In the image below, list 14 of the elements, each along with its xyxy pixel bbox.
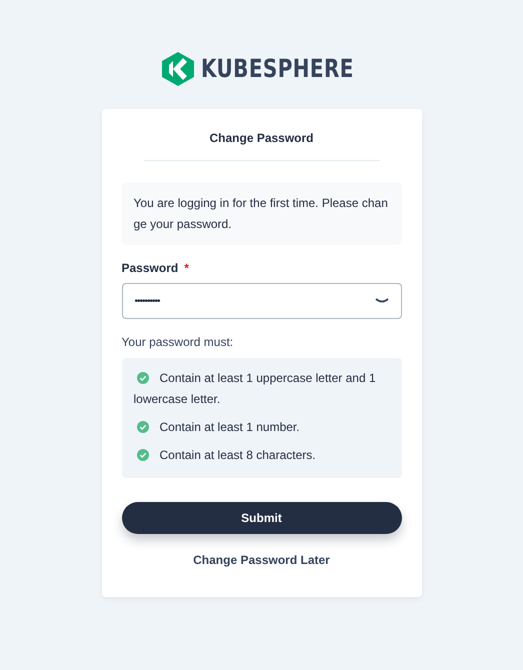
logo-text: KUBESPHERE [200,53,354,86]
password-field[interactable]: •••••••••• [122,283,402,319]
rule-text: Contain at least 1 number. [134,417,390,438]
required-mark: * [184,260,189,277]
password-label: Password [122,260,178,277]
rule-text: Contain at least 8 characters. [134,445,390,466]
notice-message: You are logging in for the first time. Please change your password. [122,183,402,245]
submit-button[interactable]: Submit [122,502,402,534]
card-title: Change Password [208,130,315,147]
rule-text: Contain at least 1 uppercase letter and 1 lowercase letter. [134,370,377,408]
rules-heading: Your password must: [122,334,234,351]
change-later-link[interactable]: Change Password Later [193,551,330,569]
eye-closed-icon[interactable] [374,298,388,304]
logo-icon [160,51,195,87]
